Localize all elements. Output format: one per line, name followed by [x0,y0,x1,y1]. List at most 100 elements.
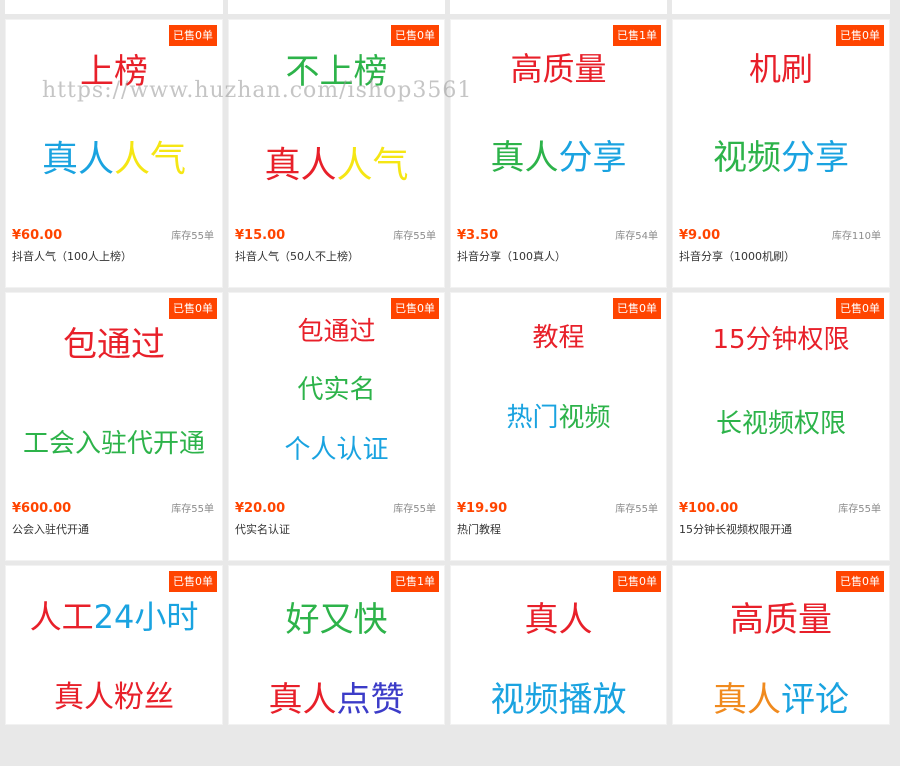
image-text-segment: 工会入驻代开通 [22,429,205,459]
image-text-segment: 机刷 [748,50,813,88]
image-text-line: 真人人气 [229,136,444,188]
stock-count: 库存55单 [393,231,436,242]
stock-count: 库存55单 [615,504,658,515]
product-image[interactable]: 不上榜真人人气 [229,20,444,220]
previous-row-card-edge [672,0,890,14]
product-card[interactable]: 已售1单 高质量 真人分享 ¥3.50 库存54单 抖音分享（100真人） [450,19,667,288]
image-text-segment: 热门 [506,403,559,433]
image-text-segment: 真人 [713,680,781,720]
product-title[interactable]: 抖音分享（100真人） [457,248,566,264]
image-text-segment: 包通过 [63,325,165,365]
stock-count: 库存55单 [171,504,214,515]
product-title[interactable]: 抖音分享（1000机刷） [679,248,795,264]
image-text-line: 真人评论 [673,672,889,721]
price: ¥600.00 [12,501,72,516]
product-image[interactable]: 人工24小时真人粉丝 [6,566,222,766]
image-text-line: 真人人气 [6,130,222,182]
product-image[interactable]: 包通过代实名个人认证 [229,293,444,493]
image-text-segment: 长视频权限 [715,409,846,439]
image-text-segment: 不上榜 [285,52,388,92]
image-text-segment: 真人 [264,145,337,186]
image-text-segment: 真人粉丝 [54,680,174,715]
image-text-line: 真人 [451,592,666,641]
product-image[interactable]: 真人 视频播放 [451,566,666,766]
previous-row-card-edge [450,0,667,14]
image-text-line: 长视频权限 [673,403,889,440]
product-title[interactable]: 抖音人气（50人不上榜） [235,248,359,264]
product-card[interactable]: 已售1单 好又快 真人点赞 [228,565,445,725]
image-text-line: 视频分享 [673,130,889,179]
image-text-line: 个人认证 [229,429,444,466]
product-title[interactable]: 公会入驻代开通 [12,521,89,537]
product-title[interactable]: 热门教程 [457,521,501,537]
price: ¥20.00 [235,501,286,516]
image-text-segment: 分享 [781,138,849,178]
product-card[interactable]: 已售0单 教程 热门视频 ¥19.90 库存55单 热门教程 [450,292,667,561]
image-text-segment: 真人 [524,600,593,640]
product-title[interactable]: 15分钟长视频权限开通 [679,521,792,537]
product-card[interactable]: 已售0单 包通过 工会入驻代开通 ¥600.00 库存55单 公会入驻代开通 [5,292,223,561]
product-image[interactable]: 机刷视频分享 [673,20,889,220]
previous-row-card-edge [5,0,223,14]
image-text-line: 代实名 [229,369,444,406]
image-text-line: 不上榜 [229,44,444,93]
image-text-line: 视频播放 [451,672,666,721]
product-image[interactable]: 高质量真人分享 [451,20,666,220]
price: ¥100.00 [679,501,739,516]
product-title[interactable]: 抖音人气（100人上榜） [12,248,132,264]
image-text-segment: 好又快 [285,600,388,640]
product-card[interactable]: 已售0单 上榜 真人人气 ¥60.00 库存55单 抖音人气（100人上榜） [5,19,223,288]
stock-count: 库存55单 [838,504,881,515]
image-text-segment: 人工 [29,598,94,636]
product-image[interactable]: 好又快真人点赞 [229,566,444,766]
image-text-line: 教程 [451,317,666,354]
image-text-line: 机刷 [673,44,889,90]
image-text-segment: 上榜 [80,52,148,92]
image-text-segment: 高质量 [730,600,832,640]
image-text-line: 真人点赞 [229,672,444,721]
image-text-segment: 教程 [532,323,585,353]
image-text-line: 高质量 [451,44,666,90]
image-text-segment: 15分钟权限 [712,325,850,355]
product-title[interactable]: 代实名认证 [235,521,290,537]
product-image[interactable]: 15分钟权限 长视频权限 [673,293,889,493]
price: ¥3.50 [457,228,499,243]
product-grid: 已售0单 上榜 真人人气 ¥60.00 库存55单 抖音人气（100人上榜） 已售0单 不上榜… [0,0,900,725]
image-text-segment: 真人 [490,138,559,178]
stock-count: 库存54单 [615,231,658,242]
product-image[interactable]: 上榜真人人气 [6,20,222,220]
image-text-line: 上榜 [6,44,222,93]
product-image[interactable]: 包通过工会入驻代开通 [6,293,222,493]
product-card[interactable]: 已售0单 15分钟权限 长视频权限 ¥100.00 库存55单 15分钟长视频权限开通 [672,292,890,561]
product-image[interactable]: 高质量真人评论 [673,566,889,766]
image-text-segment: 人气 [114,139,187,180]
image-text-segment: 评论 [781,680,849,720]
price: ¥19.90 [457,501,508,516]
image-text-line: 人工24小时 [6,592,222,638]
image-text-line: 真人分享 [451,130,666,179]
product-image[interactable]: 教程热门视频 [451,293,666,493]
image-text-line: 真人粉丝 [6,672,222,716]
image-text-segment: 代实名 [297,375,376,405]
product-card[interactable]: 已售0单 不上榜 真人人气 ¥15.00 库存55单 抖音人气（50人不上榜） [228,19,445,288]
product-card[interactable]: 已售0单 机刷 视频分享 ¥9.00 库存110单 抖音分享（1000机刷） [672,19,890,288]
image-text-line: 包通过 [229,311,444,348]
image-text-line: 包通过 [6,317,222,366]
price: ¥60.00 [12,228,63,243]
image-text-segment: 视频播放 [490,680,627,720]
product-card[interactable]: 已售0单 真人 视频播放 [450,565,667,725]
image-text-line: 15分钟权限 [673,319,889,356]
product-card[interactable]: 已售0单 人工24小时 真人粉丝 [5,565,223,725]
image-text-segment: 点赞 [336,680,405,720]
image-text-segment: 视频 [558,403,611,433]
image-text-line: 高质量 [673,592,889,641]
image-text-line: 热门视频 [451,397,666,434]
product-card[interactable]: 已售0单 高质量 真人评论 [672,565,890,725]
image-text-segment: 真人 [268,680,337,720]
image-text-segment: 24小时 [93,598,199,636]
stock-count: 库存55单 [393,504,436,515]
image-text-segment: 人气 [336,145,409,186]
image-text-line: 工会入驻代开通 [6,423,222,460]
price: ¥15.00 [235,228,286,243]
product-card[interactable]: 已售0单 包通过 代实名 个人认证 ¥20.00 库存55单 代实名认证 [228,292,445,561]
